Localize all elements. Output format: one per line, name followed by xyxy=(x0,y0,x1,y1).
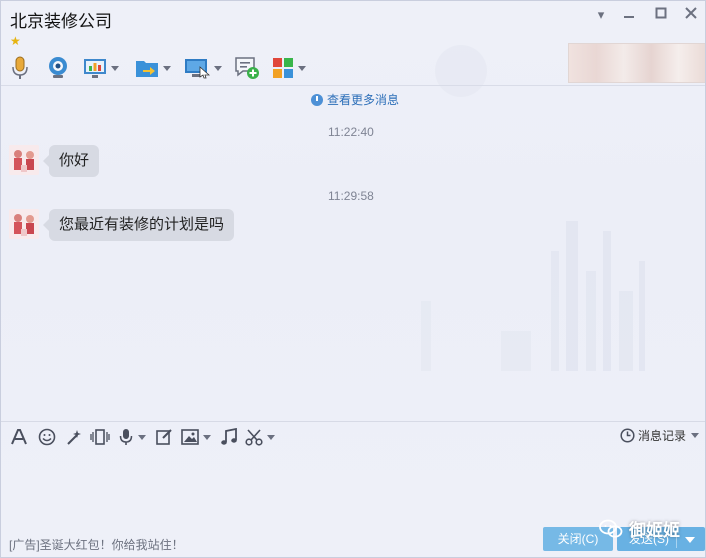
message-timestamp: 11:22:40 xyxy=(328,125,374,139)
chevron-down-icon[interactable] xyxy=(138,434,146,440)
screenshot-scissors-icon[interactable] xyxy=(245,427,275,447)
maximize-icon[interactable] xyxy=(651,5,671,25)
image-icon[interactable] xyxy=(181,427,211,447)
chevron-down-icon[interactable] xyxy=(267,434,275,440)
music-icon[interactable] xyxy=(220,427,238,447)
chevron-down-icon[interactable] xyxy=(163,65,171,71)
blurred-ad-image[interactable] xyxy=(568,43,705,83)
emoji-icon[interactable] xyxy=(38,427,56,447)
ad-link[interactable]: [广告]圣诞大红包！你给我站住！ xyxy=(9,536,184,553)
more-messages-label: 查看更多消息 xyxy=(327,93,400,107)
message-history-button[interactable]: 消息记录 xyxy=(620,427,699,444)
message-input[interactable] xyxy=(1,451,705,523)
voice-call-button[interactable] xyxy=(9,55,31,81)
window-title: 北京装修公司 xyxy=(10,12,112,31)
star-icon[interactable]: ★ xyxy=(10,34,21,48)
avatar[interactable] xyxy=(9,209,39,239)
input-toolbar: 消息记录 xyxy=(1,423,705,451)
presentation-icon xyxy=(84,59,106,78)
message-history-label: 消息记录 xyxy=(637,429,686,443)
chevron-down-icon[interactable] xyxy=(298,65,306,71)
clock-icon xyxy=(620,428,635,443)
chevron-down-icon[interactable] xyxy=(685,537,695,543)
folder-send-icon xyxy=(136,61,158,77)
edit-icon[interactable] xyxy=(155,427,173,447)
create-discussion-button[interactable] xyxy=(234,55,260,81)
watermark: 御姬姬 xyxy=(599,516,680,541)
avatar[interactable] xyxy=(9,145,39,175)
chat-window: 北京装修公司 ▾ ★ 查看更多消息 11:22:40 你好 11:29:58 您… xyxy=(0,0,706,558)
send-file-button[interactable] xyxy=(135,55,171,81)
screen-share-icon xyxy=(185,59,210,79)
webcam-icon xyxy=(49,57,67,78)
apps-grid-icon xyxy=(273,58,293,78)
close-icon[interactable] xyxy=(681,5,701,25)
apps-button[interactable] xyxy=(272,55,306,81)
screen-share-button[interactable] xyxy=(184,55,222,81)
remote-desktop-button[interactable] xyxy=(83,55,119,81)
clock-icon xyxy=(311,93,323,106)
dropdown-icon[interactable]: ▾ xyxy=(591,5,611,25)
video-call-button[interactable] xyxy=(46,55,70,81)
message-bubble[interactable]: 你好 xyxy=(42,145,100,177)
message-bubble[interactable]: 您最近有装修的计划是吗 xyxy=(42,209,235,241)
chevron-down-icon[interactable] xyxy=(214,65,222,71)
add-chat-icon xyxy=(235,57,259,79)
shake-icon[interactable] xyxy=(90,427,110,447)
message-timestamp: 11:29:58 xyxy=(328,189,374,203)
font-icon[interactable] xyxy=(10,427,28,447)
divider xyxy=(1,85,705,86)
voice-message-icon[interactable] xyxy=(118,427,146,447)
magic-wand-icon[interactable] xyxy=(65,427,83,447)
watermark-text: 御姬姬 xyxy=(629,521,680,540)
wechat-icon xyxy=(599,519,623,538)
title-bar[interactable]: 北京装修公司 ▾ xyxy=(1,1,705,33)
chevron-down-icon[interactable] xyxy=(691,433,699,438)
more-messages-link[interactable]: 查看更多消息 xyxy=(311,91,399,108)
chevron-down-icon[interactable] xyxy=(203,434,211,440)
chevron-down-icon[interactable] xyxy=(111,65,119,71)
minimize-icon[interactable] xyxy=(619,5,639,25)
microphone-icon xyxy=(12,56,28,79)
divider xyxy=(1,421,705,422)
